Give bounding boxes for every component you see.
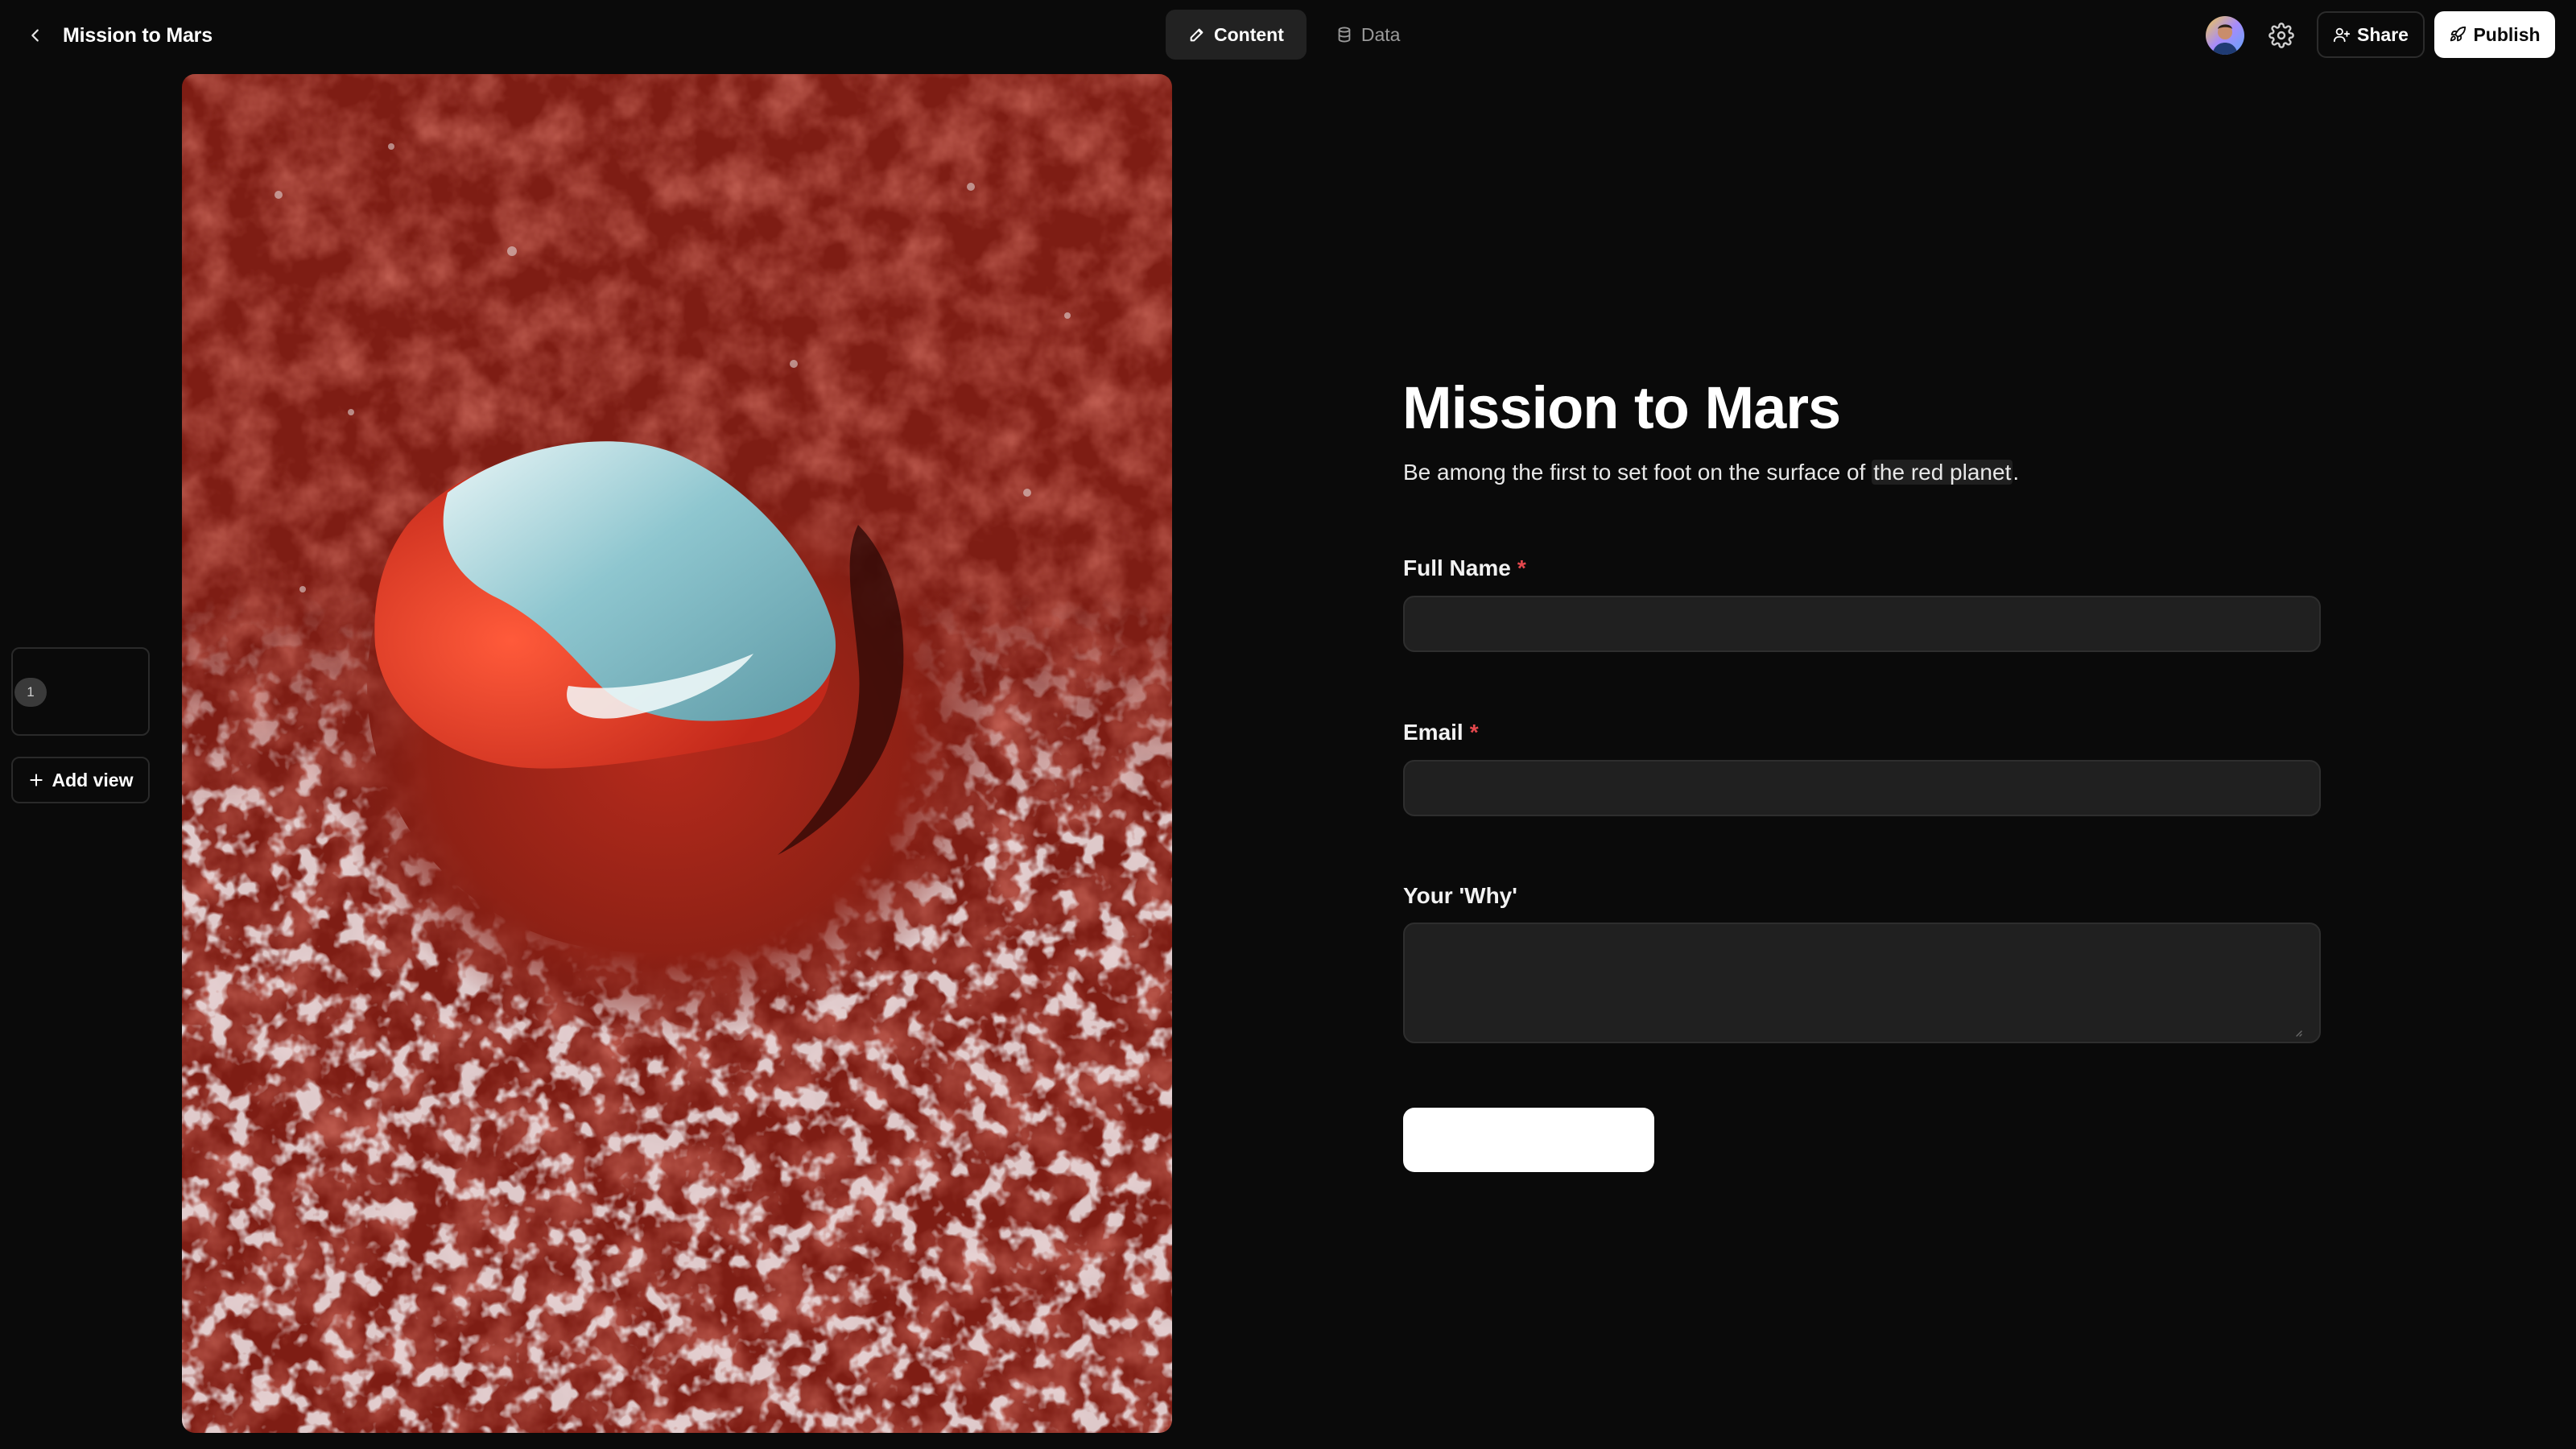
subtitle-highlight: the red planet [1872, 460, 2013, 485]
document-title: Mission to Mars [63, 24, 213, 47]
required-asterisk: * [1517, 555, 1526, 580]
view-thumbnail[interactable]: 1 [11, 647, 150, 736]
form-title: Mission to Mars [1402, 374, 1841, 441]
share-button[interactable]: Share [2317, 11, 2425, 58]
user-plus-icon [2333, 27, 2351, 43]
full-name-input[interactable] [1403, 596, 2321, 652]
gear-icon [2268, 23, 2294, 48]
publish-label: Publish [2473, 23, 2541, 45]
chevron-left-icon [31, 29, 39, 42]
tab-content-label: Content [1214, 23, 1284, 45]
tab-data-label: Data [1360, 23, 1401, 45]
email-input[interactable] [1403, 760, 2321, 816]
required-asterisk: * [1469, 720, 1479, 745]
database-icon [1338, 27, 1351, 43]
pencil-icon [1190, 28, 1203, 42]
email-label-text: Email [1403, 720, 1463, 745]
plus-icon [29, 774, 43, 786]
submit-button[interactable] [1403, 1108, 1654, 1172]
form-subtitle: Be among the first to set foot on the su… [1403, 454, 2369, 491]
resize-grip-icon[interactable] [2294, 1029, 2302, 1037]
user-avatar[interactable] [2206, 16, 2244, 55]
tab-data[interactable]: Data [1313, 10, 1423, 60]
full-name-label: Full Name * [1403, 552, 2208, 584]
publish-button[interactable]: Publish [2434, 11, 2555, 58]
top-bar: Mission to Mars Content Data Share Publi… [0, 0, 2576, 71]
settings-button[interactable] [2262, 16, 2301, 55]
share-label: Share [2357, 23, 2409, 45]
add-view-button[interactable]: Add view [11, 757, 150, 803]
mars-surface-image [182, 74, 1172, 1433]
why-label: Your 'Why' [1403, 883, 1517, 908]
mode-tabs: Content Data [1166, 10, 1422, 60]
why-textarea[interactable] [1403, 923, 2321, 1043]
rocket-icon [2450, 26, 2467, 42]
tab-content[interactable]: Content [1166, 10, 1307, 60]
subtitle-end: . [2013, 460, 2020, 485]
full-name-label-text: Full Name [1403, 555, 1511, 580]
email-label: Email * [1403, 716, 2208, 749]
app-window: Mission to Mars Content Data Share Publi… [0, 0, 2576, 1449]
back-button[interactable] [18, 18, 53, 53]
view-number-badge: 1 [14, 678, 47, 707]
add-view-label: Add view [52, 769, 134, 791]
subtitle-text: Be among the first to set foot on the su… [1403, 460, 1872, 485]
